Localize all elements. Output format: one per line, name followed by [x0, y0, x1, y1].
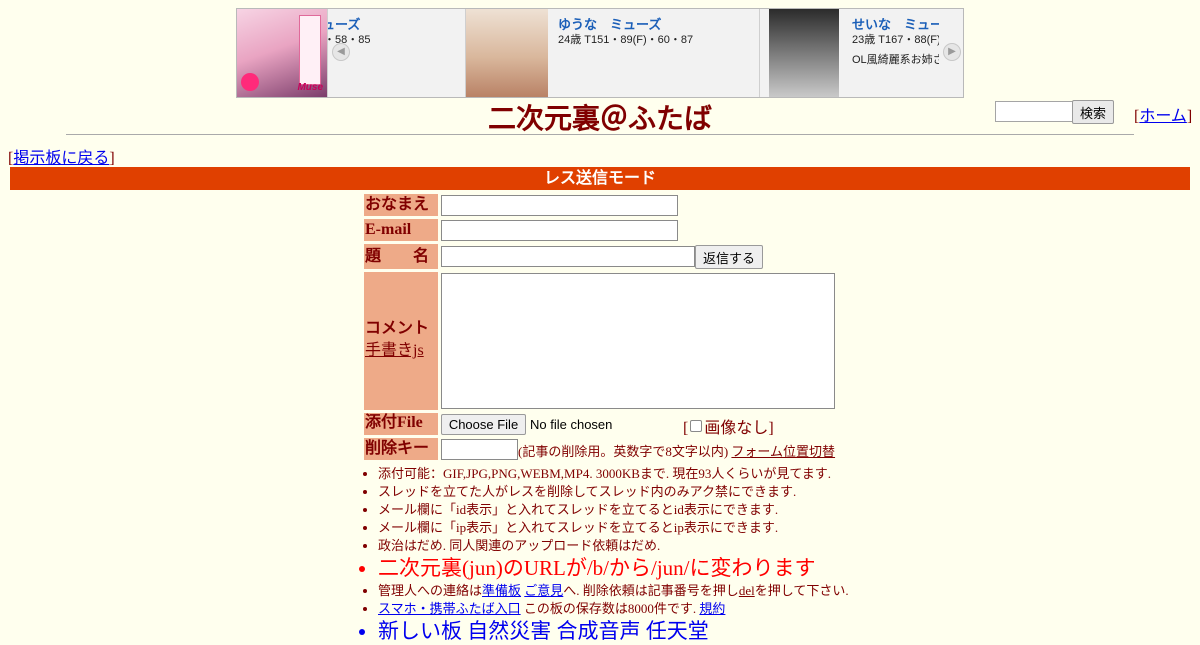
note-text: へ. 削除依頼は記事番号を押し — [563, 583, 739, 598]
name-label: おなまえ — [364, 194, 438, 216]
note-item: 政治はだめ. 同人関連のアップロード依頼はだめ. — [378, 537, 849, 555]
delete-key-hint: (記事の削除用。英数字で8文字以内) フォーム位置切替 — [518, 441, 835, 460]
comment-label-cell: コメント 手書きjs — [364, 272, 438, 410]
form-position-toggle-link[interactable]: フォーム位置切替 — [731, 444, 835, 459]
note-item: 添付可能：GIF,JPG,PNG,WEBM,MP4. 3000KBまで. 現在9… — [378, 465, 849, 483]
ad-image[interactable]: Muse — [237, 9, 327, 97]
handwrite-js-link[interactable]: 手書きjs — [365, 342, 424, 359]
home-link[interactable]: ホーム — [1139, 108, 1187, 125]
carousel-card[interactable]: ゆうな ミューズ 24歳 T151・89(F)・60・87 — [465, 9, 759, 97]
no-image-label: 画像なし] — [704, 420, 774, 437]
header-divider — [66, 134, 1134, 135]
file-label: 添付File — [364, 413, 438, 435]
no-image-checkbox[interactable] — [690, 420, 703, 432]
back-to-board-link[interactable]: 掲示板に戻る — [13, 150, 109, 167]
bracket-close: ] — [1186, 108, 1193, 125]
chevron-left-icon[interactable]: ◀ — [332, 43, 350, 61]
choose-file-button[interactable]: Choose File — [441, 414, 526, 435]
note-text: この板の保存数は8000件です. — [520, 601, 700, 616]
note-item: スレッドを立てた人がレスを削除してスレッド内のみアク禁にできます. — [378, 483, 849, 501]
note-text: を押して下さい. — [754, 583, 849, 598]
subject-input[interactable] — [441, 246, 695, 267]
reply-mode-bar: レス送信モード — [10, 167, 1190, 190]
delete-key-input[interactable] — [441, 439, 518, 460]
url-change-notice: 二次元裏(jun)のURLが/b/から/jun/に変わります — [378, 555, 849, 582]
email-label: E-mail — [364, 219, 438, 241]
note-item-contact: 管理人への連絡は準備板 ご意見へ. 削除依頼は記事番号を押しdelを押して下さい… — [378, 582, 849, 600]
board-notes: 添付可能：GIF,JPG,PNG,WEBM,MP4. 3000KBまで. 現在9… — [360, 465, 849, 645]
note-item-mobile: スマホ・携帯ふたば入口 この板の保存数は8000件です. 規約 — [378, 600, 849, 618]
ad-logo: Muse — [297, 82, 323, 93]
note-item: メール欄に「id表示」と入れてスレッドを立てるとid表示にできます. — [378, 501, 849, 519]
comment-textarea[interactable] — [441, 273, 835, 409]
del-link[interactable]: del — [739, 583, 755, 598]
note-item: メール欄に「ip表示」と入れてスレッドを立てるとip表示にできます. — [378, 519, 849, 537]
delete-key-hint-text: (記事の削除用。英数字で8文字以内) — [518, 444, 729, 459]
chevron-right-icon[interactable]: ▶ — [943, 43, 961, 61]
no-image-option: [ 画像なし] — [683, 414, 774, 438]
card-spec: ・58・85 — [327, 34, 371, 46]
comment-label: コメント — [365, 320, 430, 337]
file-status: No file chosen — [530, 417, 613, 432]
mobile-entrance-link[interactable]: スマホ・携帯ふたば入口 — [378, 601, 521, 616]
card-spec: 23歳 T167・88(F) — [852, 34, 939, 46]
delete-key-label: 削除キー — [364, 438, 438, 460]
prep-board-link[interactable]: 準備板 — [482, 583, 521, 598]
note-text: 管理人への連絡は — [378, 583, 483, 598]
ad-banner-carousel[interactable]: Muse ューズ ・58・85 ゆうな ミューズ 24歳 T151・89(F)・… — [236, 8, 964, 98]
ad-badge — [241, 73, 259, 91]
search-input[interactable] — [995, 101, 1073, 122]
bracket-open: [ — [683, 420, 689, 437]
bracket-close: ] — [109, 150, 115, 167]
search-button[interactable]: 検索 — [1072, 100, 1114, 124]
email-input[interactable] — [441, 220, 678, 241]
card-photo[interactable] — [769, 9, 839, 97]
subject-label: 題 名 — [364, 244, 438, 269]
rules-link[interactable]: 規約 — [699, 601, 725, 616]
name-input[interactable] — [441, 195, 678, 216]
ad-text-strip — [299, 15, 321, 85]
feedback-link[interactable]: ご意見 — [524, 583, 563, 598]
card-photo[interactable] — [466, 9, 548, 97]
new-boards-link[interactable]: 新しい板 自然災害 合成音声 任天堂 — [378, 618, 849, 645]
back-nav: [掲示板に戻る] — [8, 144, 115, 168]
reply-submit-button[interactable]: 返信する — [695, 245, 763, 269]
carousel-card[interactable]: せいな ミュー 23歳 T167・88(F) OL風綺麗系お姉さ — [759, 9, 939, 97]
card-spec: 24歳 T151・89(F)・60・87 — [558, 34, 694, 46]
home-nav: [ホーム] — [1134, 102, 1192, 126]
card-desc: OL風綺麗系お姉さ — [852, 54, 939, 66]
